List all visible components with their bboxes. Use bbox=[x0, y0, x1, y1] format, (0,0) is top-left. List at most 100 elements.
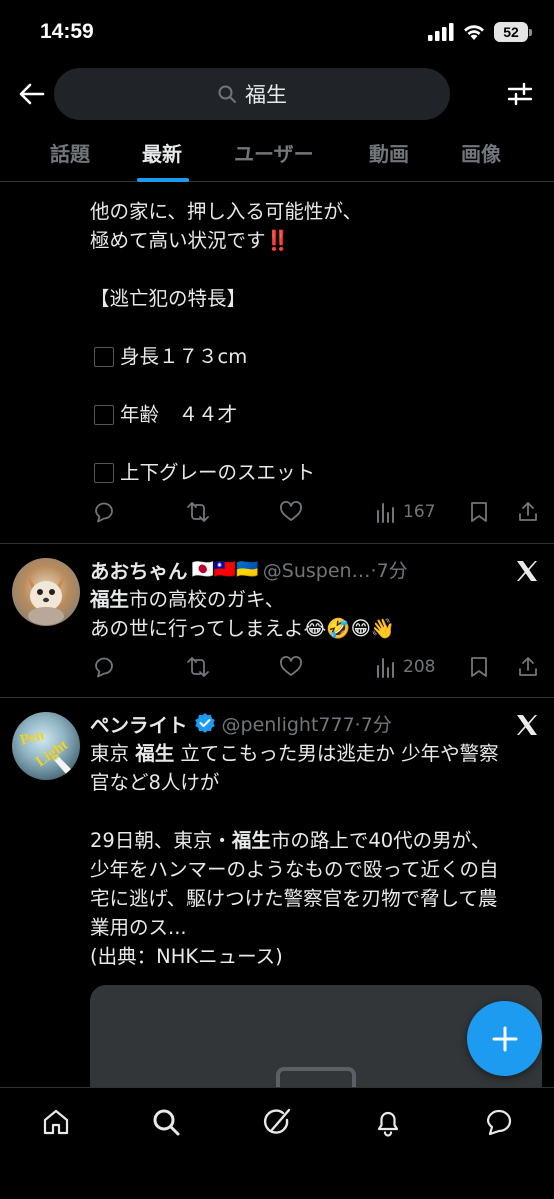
handle-and-time[interactable]: @penlight777·7分 bbox=[222, 710, 392, 737]
checkbox-icon bbox=[94, 346, 114, 367]
search-filter-button[interactable] bbox=[502, 76, 538, 112]
like-button[interactable] bbox=[279, 497, 303, 527]
post-2-header: あおちゃん 🇯🇵🇹🇼🇺🇦 @Suspen…·7分 bbox=[90, 554, 510, 584]
share-icon bbox=[519, 657, 537, 676]
grok-icon bbox=[263, 1108, 291, 1134]
search-query: 福生 bbox=[245, 83, 287, 107]
tab-latest[interactable]: 最新 bbox=[142, 138, 182, 167]
nav-messages[interactable] bbox=[479, 1102, 519, 1142]
search-tabs: 話題 最新 ユーザー 動画 画像 bbox=[0, 124, 554, 182]
post-3-line: 少年をハンマーのようなもので殴って近くの自 bbox=[90, 858, 499, 881]
tab-users[interactable]: ユーザー bbox=[234, 138, 314, 167]
bookmark-button[interactable] bbox=[468, 652, 490, 682]
bookmark-button[interactable] bbox=[468, 497, 490, 527]
search-icon bbox=[218, 85, 236, 103]
back-button[interactable] bbox=[14, 76, 50, 112]
tab-images[interactable]: 画像 bbox=[461, 138, 501, 167]
reply-button[interactable] bbox=[92, 652, 116, 682]
post-3-header: ペンライト @penlight777·7分 bbox=[90, 708, 510, 738]
double-exclamation-emoji: ‼️ bbox=[265, 229, 290, 252]
reply-icon bbox=[95, 502, 113, 523]
post-3-line: 官など8人けが bbox=[90, 771, 220, 794]
search-input[interactable]: 福生 bbox=[54, 68, 450, 120]
like-button[interactable] bbox=[279, 652, 303, 682]
post-2-actions: 208 bbox=[90, 652, 542, 682]
bell-icon bbox=[377, 1111, 399, 1137]
post-3-line: 東京 福生 立てこもった男は逃走か 少年や警察 bbox=[90, 739, 499, 768]
reply-icon bbox=[95, 657, 113, 678]
home-icon bbox=[43, 1109, 69, 1135]
views-button[interactable]: 167 bbox=[375, 497, 435, 527]
nav-notifications[interactable] bbox=[368, 1102, 408, 1142]
retweet-button[interactable] bbox=[185, 652, 211, 682]
wifi-icon bbox=[464, 25, 484, 40]
checkbox-icon bbox=[94, 404, 114, 425]
reply-button[interactable] bbox=[92, 497, 116, 527]
post-3-line: 29日朝、東京・福生市の路上で40代の男が、 bbox=[90, 826, 490, 855]
bar-chart-icon bbox=[377, 658, 394, 678]
avatar[interactable]: Pen Light bbox=[12, 712, 80, 780]
post-1-text: 上下グレーのスエット bbox=[120, 461, 316, 484]
share-button[interactable] bbox=[516, 652, 540, 682]
post-2-text: 市の高校のガキ、 bbox=[129, 588, 285, 611]
nav-grok[interactable] bbox=[257, 1102, 297, 1142]
post-1-checklist-item: 年齢 ４４才 bbox=[94, 400, 237, 429]
retweet-button[interactable] bbox=[185, 497, 211, 527]
post-1-line: 【逃亡犯の特長】 bbox=[90, 287, 247, 310]
checkbox-icon bbox=[94, 462, 114, 483]
flag-emojis: 🇯🇵🇹🇼🇺🇦 bbox=[191, 558, 259, 580]
avatar[interactable] bbox=[12, 558, 80, 626]
svg-text:Pen: Pen bbox=[18, 727, 46, 749]
nav-home[interactable] bbox=[36, 1102, 76, 1142]
search-keyword-highlight: 福生 bbox=[135, 742, 175, 765]
penlight-logo-image: Pen Light bbox=[18, 727, 72, 774]
battery-level: 52 bbox=[494, 22, 528, 42]
post-3-text: 東京 bbox=[90, 742, 136, 765]
active-tab-indicator bbox=[137, 178, 189, 182]
battery-indicator: 52 bbox=[494, 22, 532, 42]
post-1-checklist-item: 上下グレーのスエット bbox=[94, 458, 315, 487]
post-1-line: 他の家に、押し入る可能性が、 bbox=[90, 200, 363, 223]
post-1-checklist-item: 身長１７３cm bbox=[94, 342, 247, 371]
post-1-line: 極めて高い状況です‼️ bbox=[90, 226, 290, 255]
search-keyword-highlight: 福生 bbox=[231, 829, 271, 852]
nav-search[interactable] bbox=[146, 1102, 186, 1142]
post-3-line: (出典：NHKニュース) bbox=[90, 945, 283, 968]
status-bar: 14:59 52 bbox=[0, 0, 554, 64]
handle-and-time[interactable]: @Suspen…·7分 bbox=[263, 556, 408, 583]
post-3-text: 立てこもった男は逃走か 少年や警察 bbox=[174, 742, 499, 765]
top-bar: 福生 bbox=[0, 64, 554, 124]
sliders-icon bbox=[507, 82, 533, 106]
tab-trending[interactable]: 話題 bbox=[50, 138, 90, 167]
x-logo-icon bbox=[517, 561, 537, 581]
arrow-left-icon bbox=[19, 83, 45, 105]
verified-badge-icon bbox=[194, 713, 215, 733]
dog-avatar-image bbox=[26, 572, 66, 625]
views-count: 208 bbox=[403, 657, 436, 677]
share-button[interactable] bbox=[516, 497, 540, 527]
post-3-line: 業用のス... bbox=[90, 916, 187, 939]
views-count: 167 bbox=[403, 502, 436, 522]
status-icons: 52 bbox=[428, 22, 532, 42]
post-1-text: 身長１７３cm bbox=[120, 345, 248, 368]
post-1-text: 年齢 ４４才 bbox=[120, 403, 238, 426]
post-1[interactable]: 他の家に、押し入る可能性が、 極めて高い状況です‼️ 【逃亡犯の特長】 身長１７… bbox=[0, 183, 554, 543]
message-icon bbox=[486, 1109, 512, 1136]
display-name[interactable]: ペンライト bbox=[90, 709, 188, 738]
post-3-text: 29日朝、東京・ bbox=[90, 829, 232, 852]
compose-post-button[interactable] bbox=[467, 1001, 542, 1076]
display-name[interactable]: あおちゃん bbox=[90, 555, 188, 584]
retweet-icon bbox=[187, 657, 209, 677]
retweet-icon bbox=[187, 502, 209, 522]
plus-icon bbox=[492, 1026, 517, 1051]
views-button[interactable]: 208 bbox=[375, 652, 435, 682]
x-logo-icon bbox=[517, 715, 537, 735]
post-3-text: 市の路上で40代の男が、 bbox=[270, 829, 491, 852]
tab-videos[interactable]: 動画 bbox=[369, 138, 409, 167]
post-1-actions: 167 bbox=[90, 497, 542, 527]
heart-icon bbox=[280, 656, 302, 676]
bookmark-icon bbox=[471, 657, 487, 677]
search-keyword-highlight: 福生 bbox=[90, 588, 130, 611]
post-2[interactable]: あおちゃん 🇯🇵🇹🇼🇺🇦 @Suspen…·7分 福生市の高校のガキ、 あの世に… bbox=[0, 544, 554, 696]
bar-chart-icon bbox=[377, 503, 394, 523]
